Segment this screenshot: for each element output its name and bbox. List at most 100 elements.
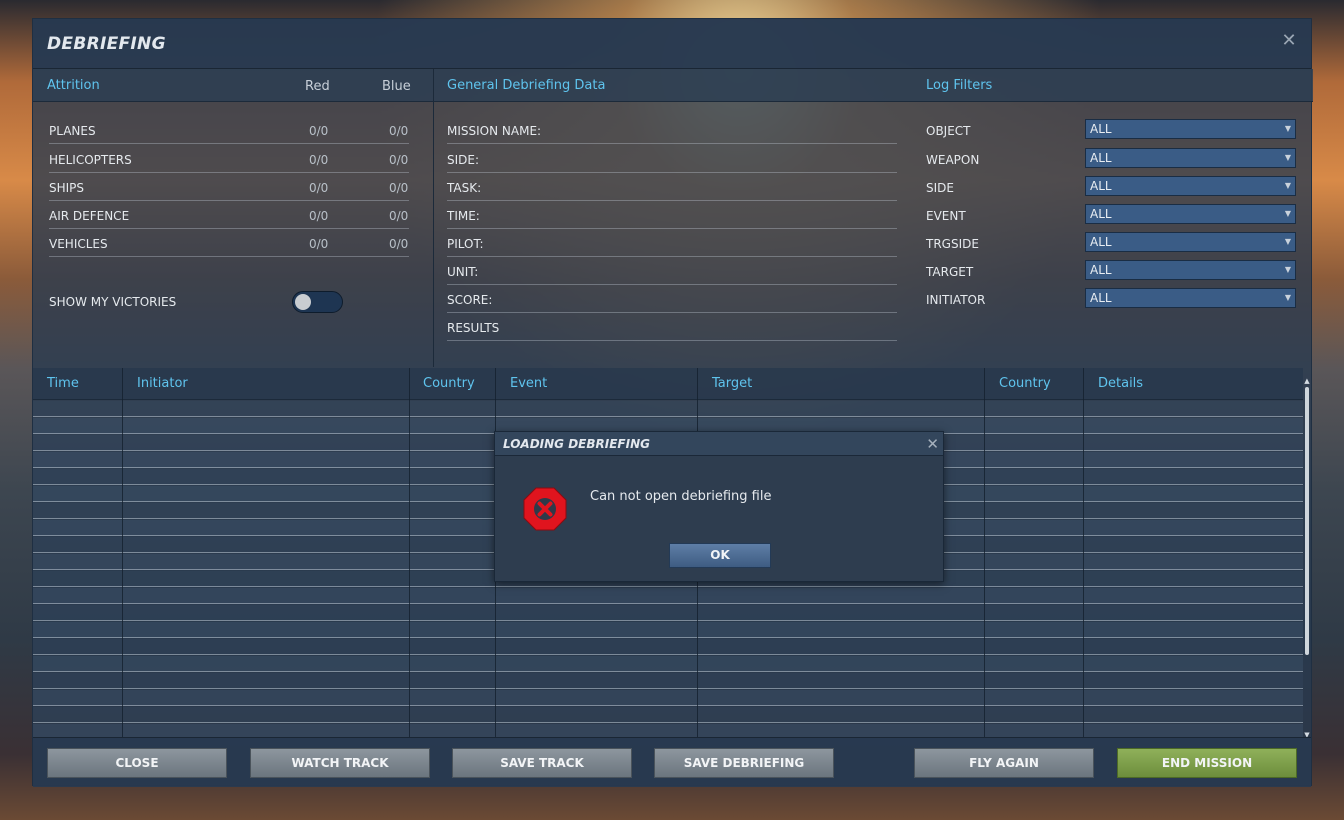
table-row[interactable]	[33, 622, 1303, 638]
row-divider	[447, 143, 897, 144]
column-divider	[1083, 368, 1084, 738]
attrition-red-value: 0/0	[309, 124, 329, 138]
col-time[interactable]: Time	[47, 376, 79, 391]
filter-event-select[interactable]: ALL ▼	[1085, 204, 1296, 224]
table-row[interactable]	[33, 639, 1303, 655]
field-score: SCORE:	[447, 293, 493, 307]
title-bar: DEBRIEFING ✕	[33, 19, 1311, 69]
row-divider	[49, 172, 409, 173]
filters-title: Log Filters	[926, 78, 993, 93]
column-divider	[122, 368, 123, 738]
dialog-close-icon[interactable]: ✕	[926, 435, 939, 453]
table-row[interactable]	[33, 690, 1303, 706]
filter-label-trgside: TRGSIDE	[926, 237, 979, 251]
attrition-title: Attrition	[47, 78, 100, 93]
fly-again-button[interactable]: FLY AGAIN	[914, 748, 1094, 778]
field-side: SIDE:	[447, 153, 480, 167]
table-row[interactable]	[33, 588, 1303, 604]
row-divider	[447, 312, 897, 313]
toggle-knob	[295, 294, 311, 310]
field-mission-name: MISSION NAME:	[447, 124, 542, 138]
col-target-country[interactable]: Country	[999, 376, 1051, 391]
ok-button[interactable]: OK	[669, 543, 771, 568]
table-row[interactable]	[33, 707, 1303, 723]
table-row[interactable]	[33, 724, 1303, 737]
scroll-up-icon[interactable]: ▲	[1303, 377, 1311, 385]
row-divider	[447, 228, 897, 229]
filter-value: ALL	[1090, 207, 1112, 221]
col-target[interactable]: Target	[712, 376, 752, 391]
general-title: General Debriefing Data	[447, 78, 606, 93]
filter-value: ALL	[1090, 235, 1112, 249]
field-unit: UNIT:	[447, 265, 479, 279]
attrition-header: Attrition Red Blue	[33, 69, 433, 102]
filter-value: ALL	[1090, 151, 1112, 165]
log-scrollbar[interactable]: ▲ ▼	[1303, 377, 1311, 739]
table-row[interactable]	[33, 605, 1303, 621]
dialog-title: LOADING DEBRIEFING	[503, 437, 650, 451]
close-button[interactable]: CLOSE	[47, 748, 227, 778]
filter-label-weapon: WEAPON	[926, 153, 980, 167]
attrition-red-value: 0/0	[309, 237, 329, 251]
filter-label-initiator: INITIATOR	[926, 293, 986, 307]
footer-bar: CLOSE WATCH TRACK SAVE TRACK SAVE DEBRIE…	[33, 737, 1311, 787]
attrition-row-label: SHIPS	[49, 181, 85, 195]
attrition-red-value: 0/0	[309, 181, 329, 195]
filter-trgside-select[interactable]: ALL ▼	[1085, 232, 1296, 252]
col-details[interactable]: Details	[1098, 376, 1143, 391]
row-divider	[49, 200, 409, 201]
row-divider	[49, 256, 409, 257]
column-divider	[984, 368, 985, 738]
filter-weapon-select[interactable]: ALL ▼	[1085, 148, 1296, 168]
filter-value: ALL	[1090, 263, 1112, 277]
attrition-blue-value: 0/0	[389, 209, 409, 223]
filter-object-select[interactable]: ALL ▼	[1085, 119, 1296, 139]
field-task: TASK:	[447, 181, 482, 195]
attrition-row-label: VEHICLES	[49, 237, 108, 251]
save-debriefing-button[interactable]: SAVE DEBRIEFING	[654, 748, 834, 778]
chevron-down-icon: ▼	[1284, 209, 1291, 218]
field-results: RESULTS	[447, 321, 500, 335]
save-track-button[interactable]: SAVE TRACK	[452, 748, 632, 778]
close-window-icon[interactable]: ✕	[1281, 32, 1297, 50]
column-divider	[409, 368, 410, 738]
filter-value: ALL	[1090, 122, 1112, 136]
filter-value: ALL	[1090, 291, 1112, 305]
show-victories-label: SHOW MY VICTORIES	[49, 295, 177, 309]
debriefing-window: DEBRIEFING ✕ Attrition Red Blue General …	[32, 18, 1313, 787]
chevron-down-icon: ▼	[1284, 293, 1291, 302]
attrition-blue-value: 0/0	[389, 237, 409, 251]
chevron-down-icon: ▼	[1284, 237, 1291, 246]
table-row[interactable]	[33, 656, 1303, 672]
section-divider	[433, 69, 434, 367]
field-pilot: PILOT:	[447, 237, 484, 251]
loading-debriefing-dialog: LOADING DEBRIEFING ✕ Can not open debrie…	[494, 431, 944, 582]
end-mission-button[interactable]: END MISSION	[1117, 748, 1297, 778]
attrition-blue-header: Blue	[382, 79, 411, 94]
scrollbar-thumb[interactable]	[1305, 387, 1309, 655]
window-title: DEBRIEFING	[47, 34, 166, 54]
dialog-message: Can not open debriefing file	[590, 489, 772, 504]
attrition-row-label: HELICOPTERS	[49, 153, 132, 167]
show-victories-toggle[interactable]	[292, 291, 343, 313]
dialog-title-bar: LOADING DEBRIEFING ✕	[495, 432, 943, 456]
attrition-row-label: AIR DEFENCE	[49, 209, 130, 223]
filter-initiator-select[interactable]: ALL ▼	[1085, 288, 1296, 308]
chevron-down-icon: ▼	[1284, 181, 1291, 190]
col-initiator[interactable]: Initiator	[137, 376, 188, 391]
filter-target-select[interactable]: ALL ▼	[1085, 260, 1296, 280]
row-divider	[447, 172, 897, 173]
col-event[interactable]: Event	[510, 376, 547, 391]
log-table-header: Time Initiator Country Event Target Coun…	[33, 368, 1303, 400]
table-row[interactable]	[33, 673, 1303, 689]
col-country[interactable]: Country	[423, 376, 475, 391]
chevron-down-icon: ▼	[1284, 153, 1291, 162]
watch-track-button[interactable]: WATCH TRACK	[250, 748, 430, 778]
filter-value: ALL	[1090, 179, 1112, 193]
attrition-red-value: 0/0	[309, 209, 329, 223]
table-row[interactable]	[33, 401, 1303, 417]
row-divider	[49, 228, 409, 229]
attrition-red-header: Red	[305, 79, 330, 94]
filter-side-select[interactable]: ALL ▼	[1085, 176, 1296, 196]
row-divider	[447, 284, 897, 285]
